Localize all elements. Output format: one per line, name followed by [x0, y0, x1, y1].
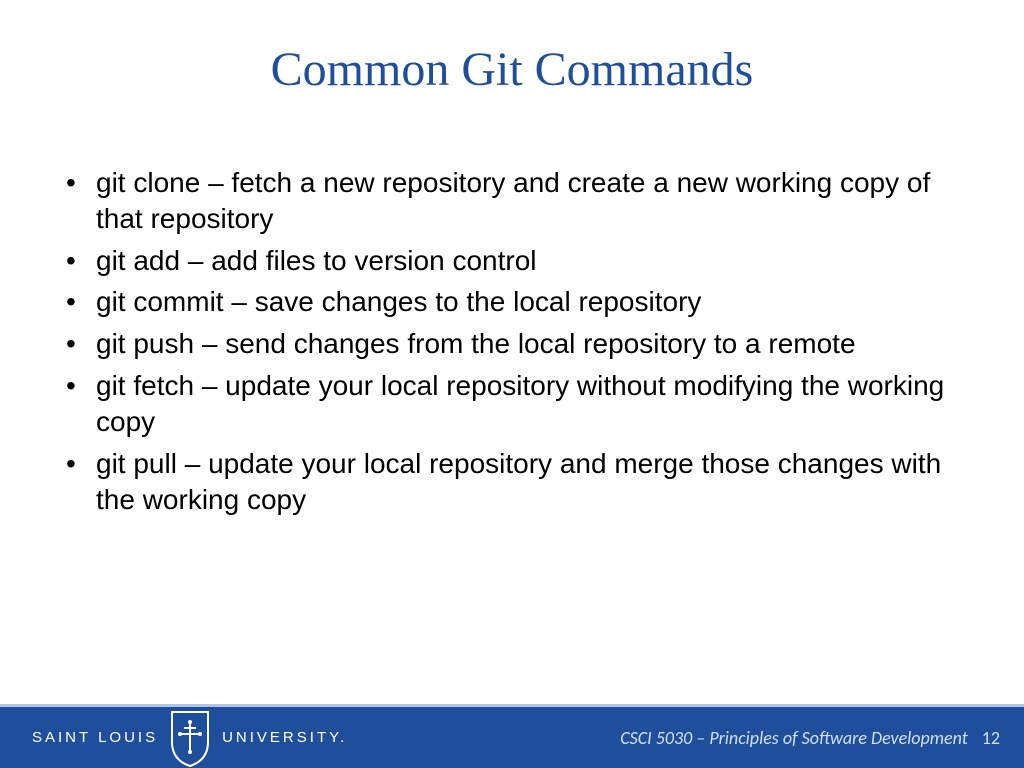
course-label: CSCI 5030 – Principles of Software Devel…: [347, 727, 981, 749]
bullet-item: git clone – fetch a new repository and c…: [60, 165, 960, 237]
bullet-item: git commit – save changes to the local r…: [60, 284, 960, 320]
slide-title: Common Git Commands: [0, 42, 1024, 97]
bullet-item: git add – add files to version control: [60, 243, 960, 279]
slide-footer: SAINT LOUIS UNIVERSITY. CSCI 5030 – Prin…: [0, 704, 1024, 768]
bullet-item: git fetch – update your local repository…: [60, 368, 960, 440]
page-number: 12: [982, 727, 1000, 749]
slide-body: git clone – fetch a new repository and c…: [60, 165, 960, 523]
shield-icon: [168, 708, 212, 768]
bullet-item: git push – send changes from the local r…: [60, 326, 960, 362]
slide: Common Git Commands git clone – fetch a …: [0, 0, 1024, 768]
logo-text-right: UNIVERSITY.: [222, 729, 347, 746]
bullet-list: git clone – fetch a new repository and c…: [60, 165, 960, 517]
university-logo: SAINT LOUIS UNIVERSITY.: [32, 708, 347, 768]
bullet-item: git pull – update your local repository …: [60, 446, 960, 518]
logo-text-left: SAINT LOUIS: [32, 729, 158, 746]
